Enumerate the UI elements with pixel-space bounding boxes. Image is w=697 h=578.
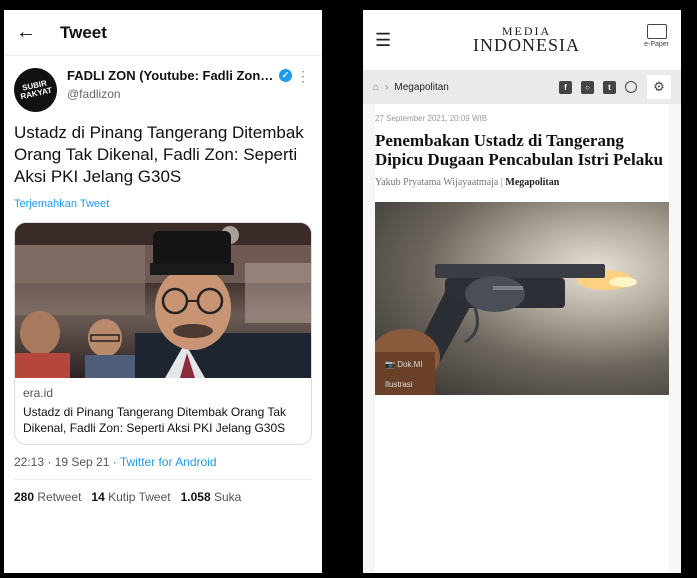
epaper-label: e-Paper [644,41,669,48]
verified-badge-icon: ✓ [279,69,292,82]
author-handle[interactable]: @fadlizon [67,87,292,101]
article-date: 27 September 2021, 20:09 WIB [375,114,488,123]
chevron-right-icon: › [385,81,389,93]
social-share: f ○ t ⚙ [550,75,671,99]
whatsapp-icon[interactable] [625,81,637,93]
card-photo-illustration [15,223,311,378]
home-icon[interactable]: ⌂ [373,82,379,93]
retweet-label[interactable]: Retweet [37,490,81,504]
page-title: Tweet [60,22,107,42]
hamburger-menu-icon[interactable]: ☰ [375,30,391,51]
site-header: ☰ MEDIA INDONESIA e-Paper [363,10,681,70]
tweet-text: Ustadz di Pinang Tangerang Ditembak Oran… [14,123,304,186]
author-name[interactable]: FADLI ZON (Youtube: Fadli Zon O... ✓ [67,68,292,83]
article: 27 September 2021, 20:09 WIB Penembakan … [375,104,669,573]
article-byline: Yakub Pryatama Wijayaatmaja | Megapolita… [375,177,669,188]
author-name-text[interactable]: FADLI ZON (Youtube: Fadli Zon O... [67,68,275,83]
facebook-icon[interactable]: f [559,80,572,94]
photo-caption: Ilustrasi [385,380,413,389]
quote-count[interactable]: 14 [91,490,104,504]
article-image: 📷 Dok.MI Ilustrasi [375,202,669,395]
link-card[interactable]: era.id Ustadz di Pinang Tangerang Ditemb… [14,222,312,445]
tweet-source-link[interactable]: Twitter for Android [120,455,217,469]
author-meta: FADLI ZON (Youtube: Fadli Zon O... ✓ @fa… [67,68,292,112]
like-label[interactable]: Suka [214,490,241,504]
tweet-stats: 280 Retweet 14 Kutip Tweet 1.058 Suka [4,480,322,504]
more-options-icon[interactable]: ⋮ [296,68,310,112]
breadcrumb[interactable]: Megapolitan [394,82,448,93]
article-author[interactable]: Yakub Pryatama Wijayaatmaja [375,177,498,188]
tweet-header: ← Tweet [4,10,322,56]
epaper-button[interactable]: e-Paper [644,24,669,48]
avatar[interactable]: SUBIR RAKYAT [9,64,62,116]
tweet-timestamp: 22:13 · 19 Sep 21 · Twitter for Android [4,445,322,469]
tweet-author: SUBIR RAKYAT FADLI ZON (Youtube: Fadli Z… [4,56,322,116]
quote-label[interactable]: Kutip Tweet [108,490,170,504]
photo-credit-text: Dok.MI [397,360,423,369]
card-domain: era.id [23,386,54,400]
media-indonesia-panel: ☰ MEDIA INDONESIA e-Paper ⌂ › Megapolita… [363,10,681,573]
like-count[interactable]: 1.058 [181,490,211,504]
tweet-time-text: 22:13 · 19 Sep 21 · [14,455,120,469]
gear-icon[interactable]: ⚙ [647,75,671,99]
newspaper-icon [646,24,667,39]
twitter-panel: ← Tweet SUBIR RAKYAT FADLI ZON (Youtube:… [4,10,322,573]
translate-tweet-link[interactable]: Terjemahkan Tweet [4,188,322,210]
card-title: Ustadz di Pinang Tangerang Ditembak Oran… [23,405,287,435]
photo-credit: 📷 Dok.MI [385,360,423,369]
article-category[interactable]: Megapolitan [505,177,559,188]
retweet-count[interactable]: 280 [14,490,34,504]
twitter-icon[interactable]: t [603,80,616,94]
card-image [15,223,311,378]
breadcrumb-bar: ⌂ › Megapolitan f ○ t ⚙ [363,70,681,104]
logo-line2: INDONESIA [473,35,580,55]
article-headline: Penembakan Ustadz di Tangerang Dipicu Du… [375,131,664,169]
site-logo[interactable]: MEDIA INDONESIA [473,24,580,55]
instagram-icon[interactable]: ○ [581,80,594,94]
back-arrow-icon[interactable]: ← [16,21,44,44]
